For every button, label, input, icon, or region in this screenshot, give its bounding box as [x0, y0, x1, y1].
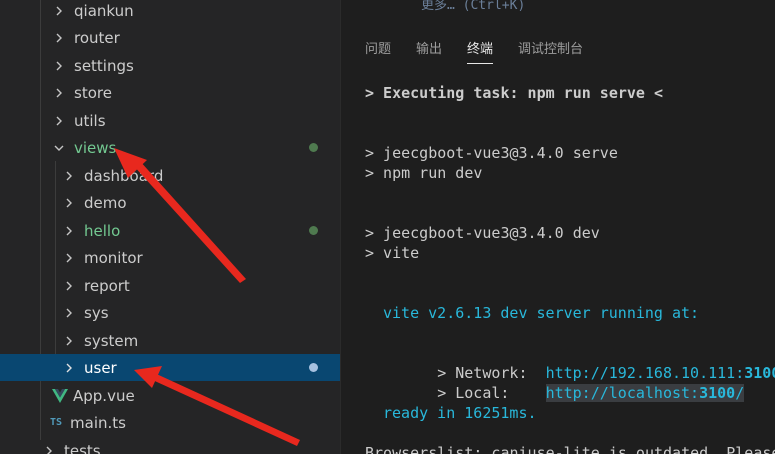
terminal-line: Browserslist: caniuse-lite is outdated. … [365, 444, 775, 454]
tree-item-app-vue[interactable]: App.vue [0, 382, 340, 409]
tab-problems[interactable]: 问题 [365, 38, 391, 64]
terminal-line: > jeecgboot-vue3@3.4.0 serve [365, 144, 618, 162]
panel-tabs: 问题 输出 终端 调试控制台 [365, 38, 608, 64]
terminal-line: > vite [365, 244, 420, 262]
chevron-right-icon [64, 336, 74, 346]
local-url-port: 3100 [699, 384, 736, 402]
tree-item-label: views [74, 138, 117, 157]
network-url-port: 3100 [744, 364, 775, 382]
local-url-suffix: / [735, 384, 745, 402]
typescript-file-icon: TS [50, 417, 63, 428]
tree-item-demo[interactable]: demo [0, 189, 340, 216]
tree-item-label: App.vue [73, 386, 135, 405]
tree-item-main-ts[interactable]: TS main.ts [0, 409, 340, 436]
terminal-ready-line: ready in 16251ms. [383, 404, 537, 422]
chevron-right-icon [64, 198, 74, 208]
terminal-panel: 更多… (Ctrl+K) 问题 输出 终端 调试控制台 > Executing … [341, 0, 775, 454]
tree-item-monitor[interactable]: monitor [0, 244, 340, 271]
chevron-right-icon [54, 33, 64, 43]
tree-item-label: system [84, 331, 139, 350]
git-modified-dot [309, 143, 318, 152]
tab-output[interactable]: 输出 [416, 38, 442, 64]
chevron-down-icon [54, 143, 64, 153]
tree-item-views[interactable]: views [0, 134, 340, 161]
chevron-right-icon [64, 171, 74, 181]
chevron-right-icon [64, 253, 74, 263]
tree-item-qiankun[interactable]: qiankun [0, 0, 340, 24]
terminal-line: > jeecgboot-vue3@3.4.0 dev [365, 224, 600, 242]
tree-item-label: dashboard [84, 166, 164, 185]
tree-item-label: monitor [84, 248, 143, 267]
chevron-right-icon [54, 61, 64, 71]
tree-item-label: qiankun [74, 1, 134, 20]
tree-item-settings[interactable]: settings [0, 52, 340, 79]
git-modified-dot [309, 363, 318, 372]
tree-item-label: user [84, 358, 117, 377]
chevron-right-icon [54, 88, 64, 98]
chevron-right-icon [54, 6, 64, 16]
tree-item-label: settings [74, 56, 134, 75]
tree-item-hello[interactable]: hello [0, 217, 340, 244]
terminal-task-line: > Executing task: npm run serve < [365, 84, 664, 102]
tree-item-label: tests [64, 441, 101, 454]
chevron-right-icon [64, 308, 74, 318]
local-url-prefix: http://localhost: [545, 384, 700, 402]
tree-item-label: utils [74, 111, 106, 130]
tree-item-label: report [84, 276, 130, 295]
tree-item-system[interactable]: system [0, 327, 340, 354]
tree-item-router[interactable]: router [0, 24, 340, 51]
panel-top-partial-text: 更多… (Ctrl+K) [421, 0, 526, 13]
vue-file-icon [52, 388, 68, 403]
chevron-right-icon [54, 116, 64, 126]
tree-item-user[interactable]: user [0, 354, 340, 381]
terminal-vite-running-line: vite v2.6.13 dev server running at: [383, 304, 700, 322]
tree-item-sys[interactable]: sys [0, 299, 340, 326]
tree-item-report[interactable]: report [0, 272, 340, 299]
git-modified-dot [309, 226, 318, 235]
local-label: > Local: [437, 384, 546, 402]
chevron-right-icon [44, 446, 54, 454]
tree-item-dashboard[interactable]: dashboard [0, 162, 340, 189]
tree-item-label: hello [84, 221, 121, 240]
tree-item-label: router [74, 28, 120, 47]
tab-terminal[interactable]: 终端 [467, 38, 494, 64]
tab-debug-console[interactable]: 调试控制台 [518, 38, 583, 64]
chevron-right-icon [64, 226, 74, 236]
tree-item-label: store [74, 83, 112, 102]
chevron-right-icon [64, 363, 74, 373]
chevron-right-icon [64, 281, 74, 291]
tree-item-label: demo [84, 193, 127, 212]
tree-item-label: sys [84, 303, 109, 322]
tree-item-utils[interactable]: utils [0, 107, 340, 134]
tree-item-store[interactable]: store [0, 79, 340, 106]
terminal-line: > npm run dev [365, 164, 483, 182]
local-url[interactable]: http://localhost:3100/ [545, 384, 745, 402]
tree-item-label: main.ts [70, 413, 126, 432]
explorer-panel: qiankun router settings store utils view… [0, 0, 340, 454]
tree-item-tests[interactable]: tests [0, 437, 340, 454]
